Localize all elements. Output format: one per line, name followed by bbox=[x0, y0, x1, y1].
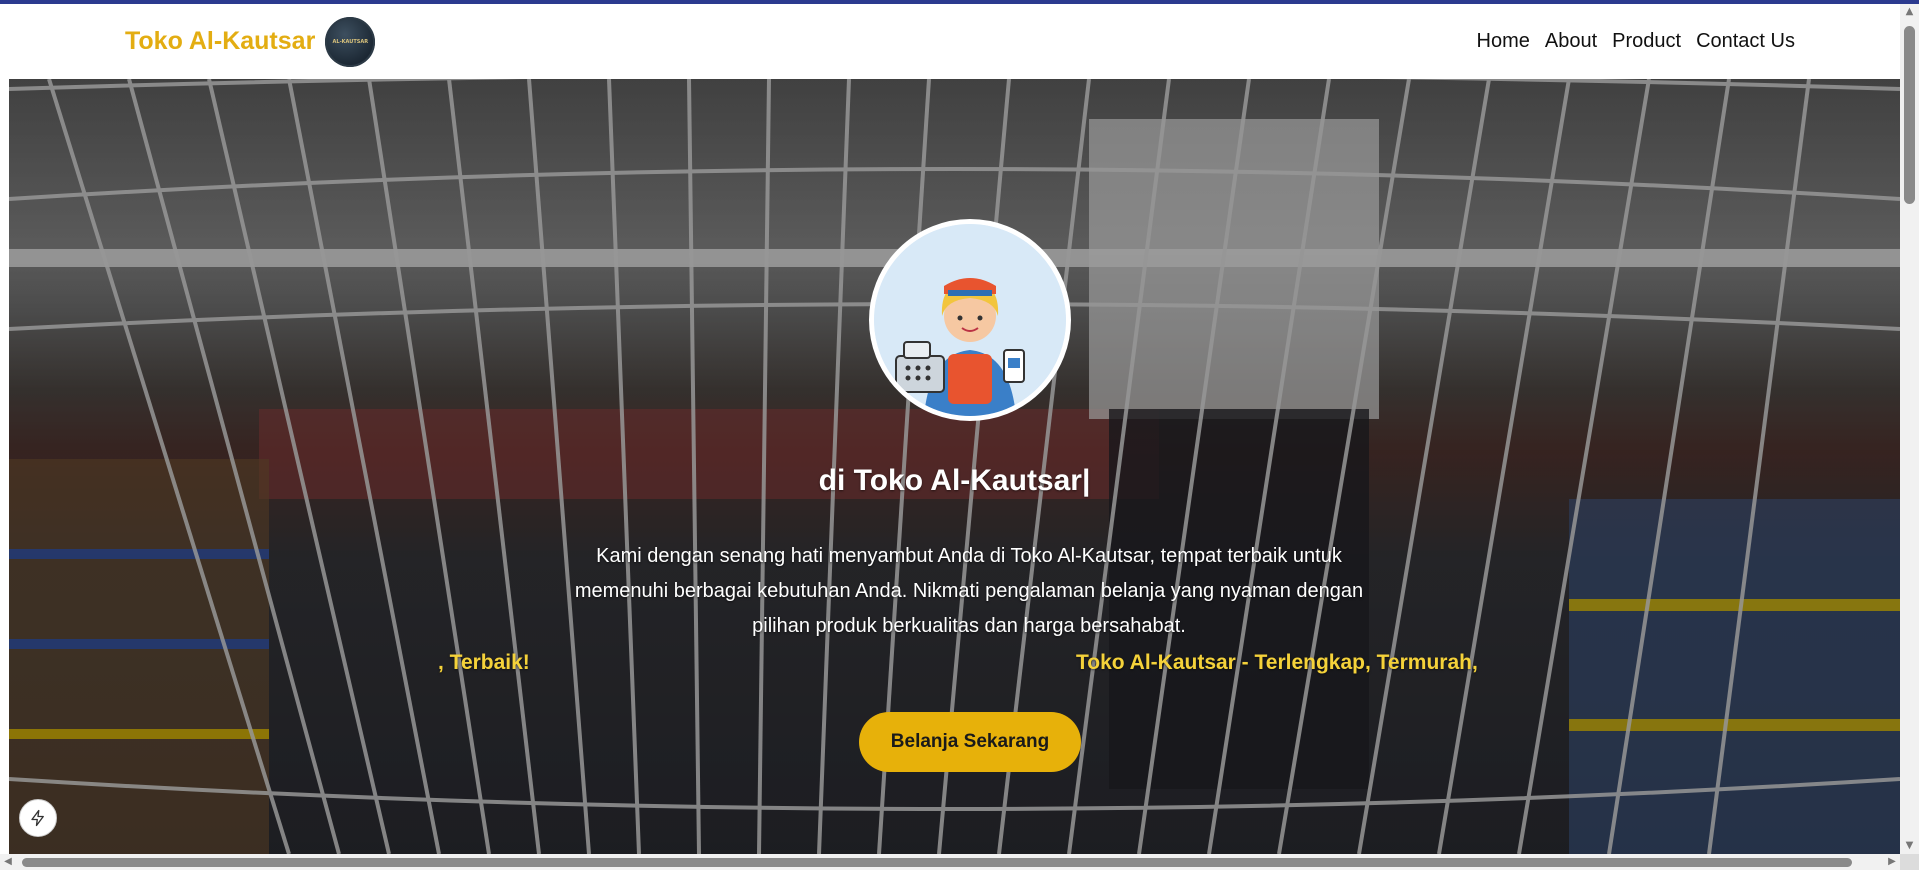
lightning-glyph-icon bbox=[31, 809, 44, 827]
nav-product[interactable]: Product bbox=[1612, 30, 1681, 53]
hero-section: di Toko Al-Kautsar| Kami dengan senang h… bbox=[9, 79, 1900, 854]
cashier-avatar bbox=[869, 219, 1071, 421]
hero-heading: di Toko Al-Kautsar| bbox=[818, 464, 1091, 498]
scroll-down-icon[interactable]: ▼ bbox=[1904, 840, 1915, 852]
scroll-up-icon[interactable]: ▲ bbox=[1904, 6, 1915, 18]
brand[interactable]: Toko Al-Kautsar AL-KAUTSAR bbox=[125, 4, 376, 79]
navbar: Toko Al-Kautsar AL-KAUTSAR Home About Pr… bbox=[0, 4, 1900, 79]
brand-logo-text: AL-KAUTSAR bbox=[332, 38, 369, 45]
scroll-right-icon[interactable]: ▶ bbox=[1886, 856, 1898, 868]
scrollbar-corner bbox=[1900, 854, 1919, 870]
nav-links: Home About Product Contact Us bbox=[1477, 4, 1796, 79]
brand-logo: AL-KAUTSAR bbox=[325, 16, 376, 67]
cashier-illustration-icon bbox=[874, 224, 1066, 416]
marquee-text-right: Toko Al-Kautsar - Terlengkap, Termurah, bbox=[1076, 651, 1478, 674]
nav-contact-us[interactable]: Contact Us bbox=[1696, 30, 1795, 53]
nav-about[interactable]: About bbox=[1545, 30, 1597, 53]
horizontal-scrollbar[interactable]: ◀ ▶ bbox=[0, 854, 1900, 870]
brand-name[interactable]: Toko Al-Kautsar bbox=[125, 27, 315, 56]
hero-description: Kami dengan senang hati menyambut Anda d… bbox=[574, 545, 1364, 637]
lightning-icon[interactable] bbox=[19, 799, 57, 837]
scroll-left-icon[interactable]: ◀ bbox=[2, 856, 14, 868]
nav-home[interactable]: Home bbox=[1477, 30, 1530, 53]
shop-now-button[interactable]: Belanja Sekarang bbox=[859, 712, 1081, 772]
horizontal-scroll-thumb[interactable] bbox=[22, 858, 1852, 867]
marquee-text-left: , Terbaik! bbox=[438, 651, 530, 674]
vertical-scroll-thumb[interactable] bbox=[1904, 26, 1915, 204]
vertical-scrollbar[interactable]: ▲ ▼ bbox=[1900, 4, 1919, 854]
